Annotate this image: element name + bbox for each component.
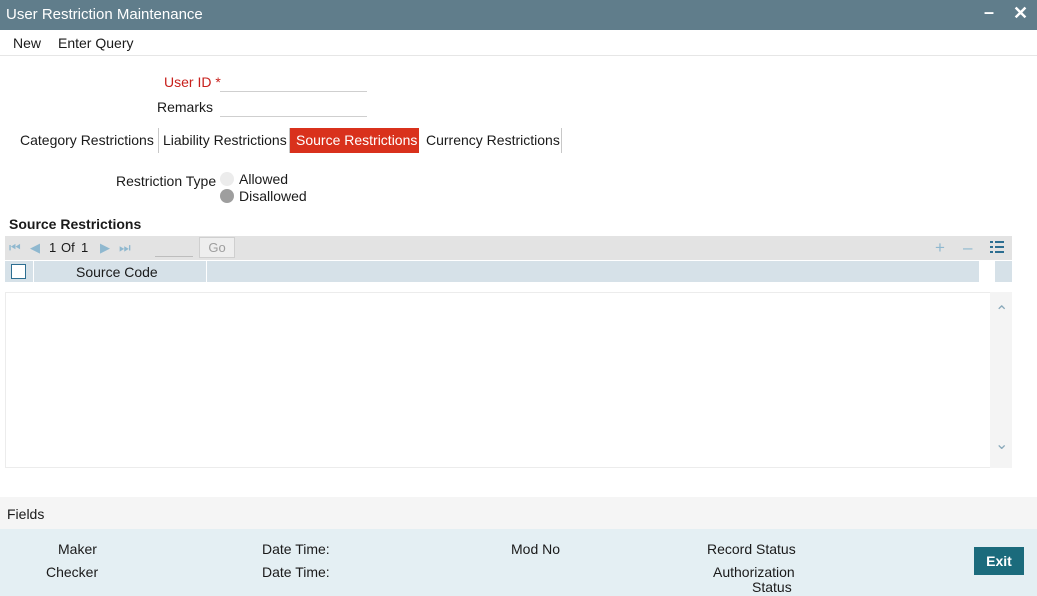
tab-liability-restrictions[interactable]: Liability Restrictions [157, 128, 290, 153]
menu-bar: New Enter Query [0, 30, 1037, 56]
remarks-input[interactable] [220, 97, 367, 117]
select-all-checkbox[interactable] [11, 264, 26, 279]
tab-currency-restrictions[interactable]: Currency Restrictions [420, 128, 562, 153]
tab-source-restrictions[interactable]: Source Restrictions [290, 128, 419, 153]
page-of-label: Of [61, 240, 75, 255]
minus-icon[interactable]: – [963, 238, 972, 258]
list-view-icon[interactable] [990, 239, 1004, 259]
allowed-radio[interactable] [220, 172, 234, 186]
close-icon[interactable]: ✕ [1013, 3, 1028, 24]
fields-link[interactable]: Fields [7, 506, 44, 522]
record-status-label: Record Status [707, 541, 796, 557]
checker-label: Checker [46, 564, 99, 580]
go-button[interactable]: Go [199, 237, 235, 258]
page-number-input[interactable] [155, 256, 193, 257]
new-menu-item[interactable]: New [13, 35, 41, 51]
maker-label: Maker [58, 541, 97, 557]
page-total: 1 [81, 240, 89, 255]
minimize-icon[interactable]: – [984, 2, 994, 23]
source-code-column-header[interactable]: Source Code [76, 264, 158, 280]
first-page-icon[interactable]: ⏮ [9, 240, 21, 256]
grid-scrollbar[interactable]: ⌃ ⌄ [990, 292, 1012, 468]
user-id-input[interactable] [220, 72, 367, 92]
disallowed-radio-label[interactable]: Disallowed [239, 188, 307, 204]
user-id-label-text: User ID [164, 74, 212, 90]
restriction-type-label: Restriction Type [116, 173, 217, 189]
user-id-label: User ID * [164, 74, 221, 90]
fields-bar: Fields [0, 497, 1037, 529]
grid-body [5, 292, 1012, 468]
tab-category-restrictions[interactable]: Category Restrictions [14, 128, 159, 153]
authorization-status-label: Status [752, 579, 792, 595]
window-title: User Restriction Maintenance [6, 6, 203, 23]
maker-date-time-label: Date Time: [262, 541, 330, 557]
scroll-up-icon[interactable]: ⌃ [995, 302, 1008, 322]
prev-page-icon[interactable]: ◀ [30, 240, 40, 256]
last-page-icon[interactable]: ⏭ [119, 240, 131, 256]
exit-button[interactable]: Exit [974, 547, 1024, 575]
disallowed-radio[interactable] [220, 189, 234, 203]
allowed-radio-label[interactable]: Allowed [239, 171, 288, 187]
remarks-label: Remarks [157, 99, 214, 115]
grid-header: Source Code [5, 261, 979, 282]
column-divider [206, 261, 207, 282]
checker-date-time-label: Date Time: [262, 564, 330, 580]
next-page-icon[interactable]: ▶ [100, 240, 110, 256]
grid-header-filler [995, 261, 1012, 282]
enter-query-menu-item[interactable]: Enter Query [58, 35, 133, 51]
audit-footer: Maker Checker Date Time: Date Time: Mod … [0, 529, 1037, 596]
column-divider [33, 261, 34, 282]
page-current: 1 [49, 240, 57, 255]
scroll-down-icon[interactable]: ⌄ [995, 434, 1008, 454]
plus-icon[interactable]: + [935, 238, 945, 258]
window-titlebar: User Restriction Maintenance – ✕ [0, 0, 1037, 30]
mod-no-label: Mod No [511, 541, 561, 557]
source-restrictions-title: Source Restrictions [9, 216, 142, 232]
authorization-label: Authorization [713, 564, 795, 580]
grid-toolbar: ⏮ ◀ 1 Of 1 ▶ ⏭ Go + – [5, 236, 1012, 260]
